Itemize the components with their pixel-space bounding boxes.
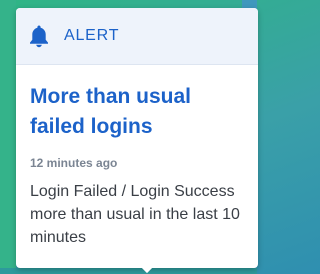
alert-card[interactable]: ALERT More than usual failed logins 12 m… [16, 8, 258, 268]
alert-message: Login Failed / Login Success more than u… [30, 183, 240, 246]
alert-label: ALERT [64, 27, 120, 44]
background-left [0, 0, 16, 274]
alert-body: More than usual failed logins 12 minutes… [16, 65, 258, 249]
background-bottom [0, 268, 257, 274]
alert-title[interactable]: More than usual failed logins [30, 82, 244, 142]
alert-header: ALERT [16, 8, 258, 65]
alert-timestamp: 12 minutes ago [30, 156, 118, 170]
bell-icon [28, 24, 50, 48]
